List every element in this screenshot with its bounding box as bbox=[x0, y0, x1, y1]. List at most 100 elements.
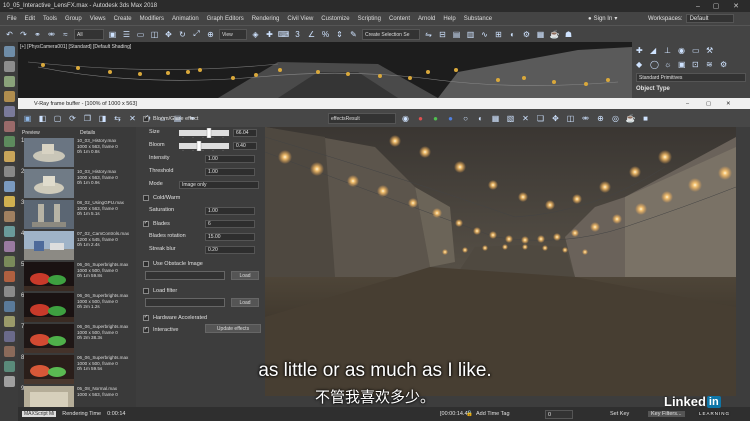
undo-icon[interactable]: ↶ bbox=[4, 29, 15, 40]
load-filter-button[interactable]: Load bbox=[231, 298, 259, 307]
channel-dropdown[interactable]: effectsResult bbox=[328, 112, 396, 124]
use-obstacle-checkbox[interactable] bbox=[143, 260, 149, 267]
shapes-category-icon[interactable]: ◯ bbox=[650, 60, 659, 69]
menu-graph-editors[interactable]: Graph Editors bbox=[203, 16, 248, 22]
save-image-icon[interactable]: ▦ bbox=[490, 113, 501, 124]
named-selection-dropdown[interactable]: Create Selection Se bbox=[362, 28, 420, 40]
geometry-icon[interactable] bbox=[3, 121, 15, 132]
saturation-value[interactable]: 1.00 bbox=[205, 207, 255, 215]
viewport-label[interactable]: [+] [PhysCamera001] [Standard] [Default … bbox=[20, 44, 131, 50]
lights-category-icon[interactable]: ☼ bbox=[664, 60, 671, 69]
bloom-slider[interactable] bbox=[179, 141, 229, 151]
threshold-value[interactable]: 1.00 bbox=[205, 168, 255, 176]
spinner-snap-icon[interactable]: ⇕ bbox=[334, 29, 345, 40]
alpha-channel-icon[interactable]: ○ bbox=[460, 113, 471, 124]
curve-editor-icon[interactable]: ∿ bbox=[479, 29, 490, 40]
blades-value[interactable]: 6 bbox=[205, 220, 255, 228]
render-iterative-icon[interactable]: ☗ bbox=[563, 29, 574, 40]
select-by-name-icon[interactable]: ☰ bbox=[121, 29, 132, 40]
fb-minimize-button[interactable]: – bbox=[686, 101, 689, 107]
cold-warm-checkbox[interactable] bbox=[143, 194, 149, 201]
key-filters-button[interactable]: Key Filters... bbox=[648, 411, 685, 417]
geometry-category-icon[interactable]: ◆ bbox=[636, 60, 643, 69]
size-slider[interactable] bbox=[179, 128, 229, 138]
primitives-dropdown[interactable]: Standard Primitives bbox=[636, 73, 746, 82]
scene-explorer-icon[interactable] bbox=[3, 46, 15, 57]
modify-tab-icon[interactable]: ◢ bbox=[650, 46, 657, 55]
history-row-2[interactable]: 2 10_03_History.max 1000 x 563, frame 0 … bbox=[21, 168, 136, 199]
rendered-image[interactable] bbox=[265, 127, 736, 396]
copy-icon[interactable]: ❐ bbox=[82, 113, 93, 124]
material-icon[interactable] bbox=[3, 241, 15, 252]
close-button[interactable]: ✕ bbox=[728, 0, 744, 12]
history-row-7[interactable]: 7 06_06_Superbrights.max 1000 x 500, fra… bbox=[21, 323, 136, 354]
select-scale-icon[interactable]: ⤢ bbox=[191, 29, 202, 40]
menu-customize[interactable]: Customize bbox=[317, 16, 353, 22]
rgb-icon[interactable]: ◉ bbox=[400, 113, 411, 124]
selection-filter-dropdown[interactable]: All bbox=[74, 28, 104, 40]
ab-compare-icon[interactable]: ⇆ bbox=[112, 113, 123, 124]
load-image-icon[interactable]: ▧ bbox=[505, 113, 516, 124]
sign-in-button[interactable]: ● Sign In ▾ bbox=[588, 14, 617, 23]
menu-content[interactable]: Content bbox=[385, 16, 414, 22]
bloom-glare-checkbox[interactable]: ✓ bbox=[143, 115, 149, 122]
snaps-toggle-icon[interactable]: 3 bbox=[292, 29, 303, 40]
mode-dropdown[interactable]: Image only bbox=[179, 181, 259, 189]
duplicate-icon[interactable]: ❏ bbox=[535, 113, 546, 124]
history-row-4[interactable]: 4 07_02_CamControls.max 1200 x 545, fram… bbox=[21, 230, 136, 261]
menu-views[interactable]: Views bbox=[86, 16, 110, 22]
display-icon[interactable] bbox=[3, 76, 15, 87]
remove-icon[interactable]: ✕ bbox=[127, 113, 138, 124]
clear-image-icon[interactable]: ✕ bbox=[520, 113, 531, 124]
maximize-button[interactable]: ▢ bbox=[708, 0, 724, 12]
menu-rendering[interactable]: Rendering bbox=[248, 16, 284, 22]
menu-create[interactable]: Create bbox=[110, 16, 136, 22]
viewport[interactable] bbox=[18, 42, 632, 98]
history-icon[interactable]: ◧ bbox=[37, 113, 48, 124]
camera-icon[interactable] bbox=[3, 106, 15, 117]
menu-scripting[interactable]: Scripting bbox=[354, 16, 385, 22]
filter-path-field[interactable] bbox=[145, 298, 225, 307]
select-object-icon[interactable]: ▣ bbox=[107, 29, 118, 40]
render-icon[interactable] bbox=[3, 226, 15, 237]
helpers-category-icon[interactable]: ⊡ bbox=[692, 60, 699, 69]
follow-mouse-icon[interactable]: ✥ bbox=[550, 113, 561, 124]
placement-icon[interactable]: ⊕ bbox=[205, 29, 216, 40]
compare-icon[interactable]: ◨ bbox=[97, 113, 108, 124]
render-icon[interactable]: ☕ bbox=[625, 113, 636, 124]
rendered-frame-window-icon[interactable]: ▦ bbox=[535, 29, 546, 40]
menu-civil-view[interactable]: Civil View bbox=[283, 16, 317, 22]
minimize-button[interactable]: – bbox=[690, 0, 706, 12]
region-icon[interactable]: ▢ bbox=[52, 113, 63, 124]
track-mouse-icon[interactable]: ⊕ bbox=[595, 113, 606, 124]
systems-category-icon[interactable]: ⚙ bbox=[720, 60, 727, 69]
load-filter-checkbox[interactable] bbox=[143, 287, 149, 294]
load-obstacle-button[interactable]: Load bbox=[231, 271, 259, 280]
stop-render-icon[interactable]: ■ bbox=[640, 113, 651, 124]
mirror-icon[interactable]: ⇋ bbox=[423, 29, 434, 40]
hw-accel-checkbox[interactable]: ✓ bbox=[143, 314, 149, 321]
render-production-icon[interactable]: ☕ bbox=[549, 29, 560, 40]
space-warp-icon[interactable] bbox=[3, 271, 15, 282]
menu-animation[interactable]: Animation bbox=[168, 16, 203, 22]
mono-icon[interactable]: ◐ bbox=[475, 113, 486, 124]
object-type-rollout[interactable]: Object Type bbox=[636, 85, 746, 94]
streak-blur-value[interactable]: 0.20 bbox=[205, 246, 255, 254]
update-effects-button[interactable]: Update effects bbox=[205, 324, 261, 333]
obstacle-path-field[interactable] bbox=[145, 271, 225, 280]
space-warps-category-icon[interactable]: ≋ bbox=[706, 60, 713, 69]
window-crossing-icon[interactable]: ◫ bbox=[149, 29, 160, 40]
render-setup-icon[interactable]: ⚙ bbox=[521, 29, 532, 40]
menu-substance[interactable]: Substance bbox=[460, 16, 496, 22]
modify-icon[interactable] bbox=[3, 166, 15, 177]
lens-effects-icon[interactable]: ◎ bbox=[610, 113, 621, 124]
keyboard-shortcut-icon[interactable]: ⌨ bbox=[278, 29, 290, 40]
select-icon[interactable] bbox=[3, 61, 15, 72]
history-row-6[interactable]: 6 06_06_Superbrights.max 1000 x 500, fra… bbox=[21, 292, 136, 323]
frame-spinner[interactable]: 0 bbox=[545, 409, 573, 419]
link-to-render-icon[interactable]: ⚮ bbox=[580, 113, 591, 124]
menu-help[interactable]: Help bbox=[439, 16, 459, 22]
select-manipulate-icon[interactable]: ✚ bbox=[264, 29, 275, 40]
history-row-3[interactable]: 3 08_02_UsingGPU.max 1000 x 563, frame 0… bbox=[21, 199, 136, 230]
refresh-icon[interactable]: ⟳ bbox=[67, 113, 78, 124]
